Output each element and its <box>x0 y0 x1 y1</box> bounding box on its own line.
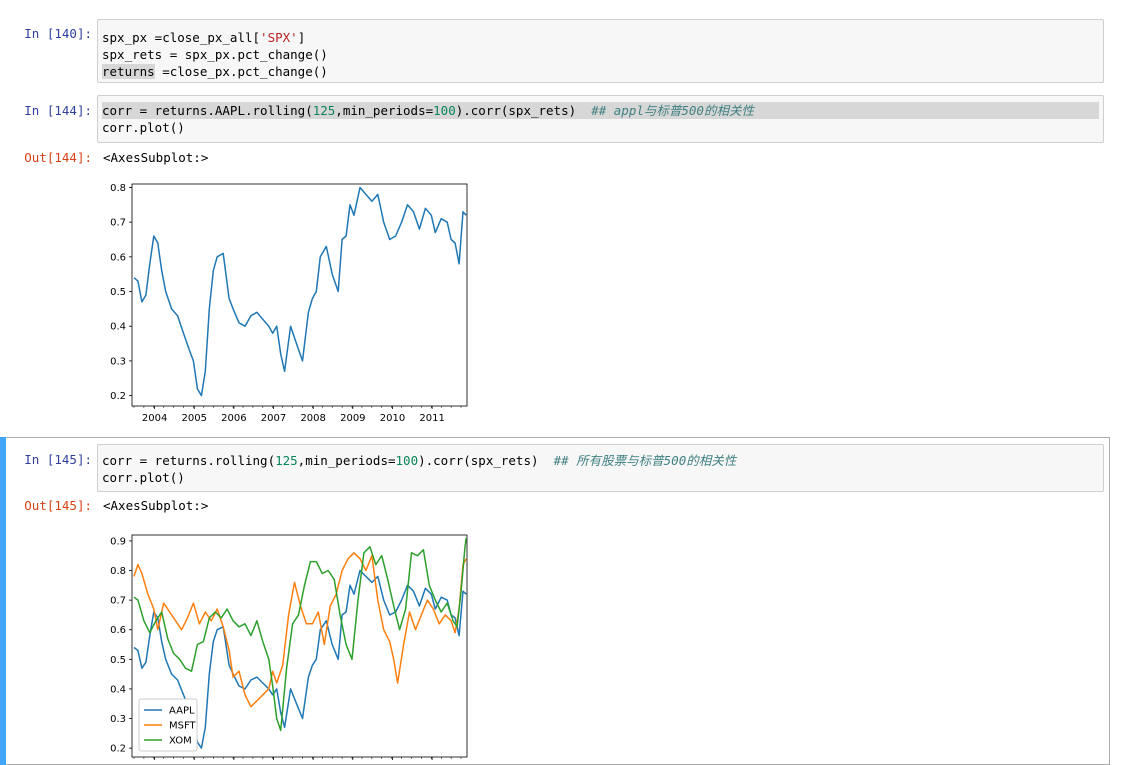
code-line: corr.plot() <box>102 470 185 485</box>
all-stocks-correlation-chart: 0.20.30.40.50.60.70.80.92004200520062007… <box>110 534 468 765</box>
y-tick-label: 0.8 <box>110 566 126 577</box>
code-editor[interactable]: corr = returns.rolling(125,min_periods=1… <box>97 444 1104 492</box>
aapl-correlation-chart: 0.2 0.3 0.4 0.5 0.6 0.7 0.8 2004 2005 2006 2007 200… <box>110 183 468 424</box>
input-prompt: In [144]: <box>24 103 92 118</box>
code-cell-145[interactable]: In [145]: corr = returns.rolling(125,min… <box>0 443 1121 765</box>
legend-label: XOM <box>169 736 192 747</box>
code-line: spx_px =close_px_all['SPX'] <box>102 30 306 45</box>
code-editor[interactable]: spx_px =close_px_all['SPX'] spx_rets = s… <box>97 19 1104 83</box>
code-line: spx_rets = spx_px.pct_change() <box>102 47 328 62</box>
x-tick-label: 2006 <box>221 413 246 424</box>
code-cell-144[interactable]: In [144]: corr = returns.AAPL.rolling(12… <box>0 94 1121 434</box>
y-tick-label: 0.4 <box>110 684 126 695</box>
y-tick-label: 0.8 <box>110 183 126 194</box>
y-tick-label: 0.2 <box>110 391 126 402</box>
y-tick-label: 0.6 <box>110 625 126 636</box>
plot-area <box>131 183 468 407</box>
input-prompt: In [140]: <box>24 26 92 41</box>
code-cell-140[interactable]: In [140]: spx_px =close_px_all['SPX'] sp… <box>0 18 1121 84</box>
legend-label: AAPL <box>169 706 195 717</box>
y-tick-label: 0.2 <box>110 744 126 755</box>
code-line: corr = returns.AAPL.rolling(125,min_peri… <box>102 102 1099 119</box>
y-tick-label: 0.9 <box>110 536 126 547</box>
code-line: corr.plot() <box>102 120 185 135</box>
x-tick-label: 2004 <box>142 413 167 424</box>
y-tick-label: 0.3 <box>110 714 126 725</box>
x-tick-label: 2007 <box>261 413 286 424</box>
output-prompt: Out[144]: <box>24 150 92 165</box>
code-line: corr = returns.rolling(125,min_periods=1… <box>102 453 737 468</box>
y-tick-label: 0.7 <box>110 596 126 607</box>
x-tick-label: 2009 <box>340 413 365 424</box>
input-prompt: In [145]: <box>24 452 92 467</box>
output-text: <AxesSubplot:> <box>103 150 209 165</box>
x-tick-label: 2011 <box>419 413 444 424</box>
x-tick-label: 2010 <box>380 413 405 424</box>
output-text: <AxesSubplot:> <box>103 498 209 513</box>
legend-label: MSFT <box>169 721 197 732</box>
y-tick-label: 0.6 <box>110 252 126 263</box>
code-editor[interactable]: corr = returns.AAPL.rolling(125,min_peri… <box>97 95 1104 143</box>
output-prompt: Out[145]: <box>24 498 92 513</box>
y-tick-label: 0.7 <box>110 218 126 229</box>
y-tick-label: 0.5 <box>110 655 126 666</box>
y-tick-label: 0.5 <box>110 287 126 298</box>
x-tick-label: 2005 <box>182 413 207 424</box>
y-tick-label: 0.4 <box>110 322 126 333</box>
code-line: returns =close_px.pct_change() <box>102 64 328 79</box>
x-tick-label: 2008 <box>300 413 325 424</box>
y-tick-label: 0.3 <box>110 356 126 367</box>
